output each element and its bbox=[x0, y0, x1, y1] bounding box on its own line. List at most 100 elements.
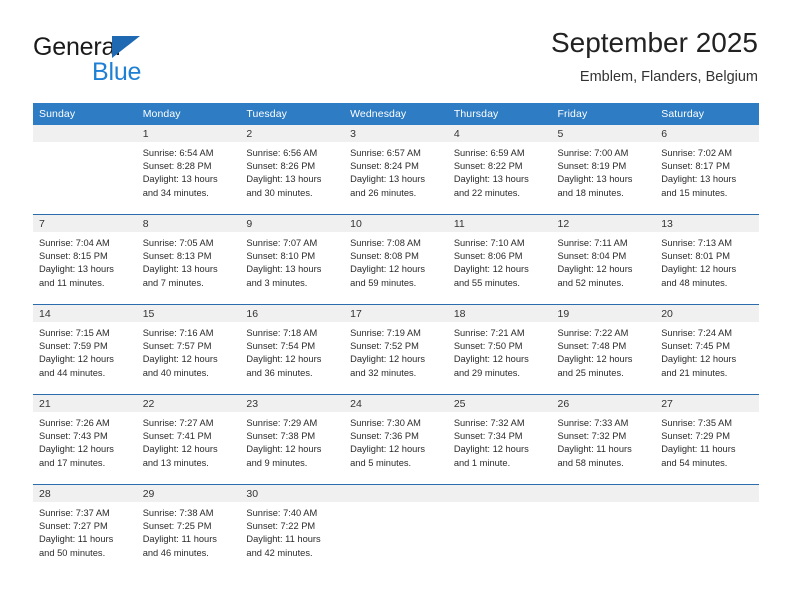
day-cell[interactable] bbox=[655, 502, 759, 574]
day-number[interactable]: 8 bbox=[137, 215, 241, 232]
day-cell[interactable]: Sunrise: 7:16 AM Sunset: 7:57 PM Dayligh… bbox=[137, 322, 241, 394]
daylight-text-line2: and 11 minutes. bbox=[39, 277, 105, 288]
day-number[interactable]: 10 bbox=[344, 215, 448, 232]
day-number[interactable]: 25 bbox=[448, 395, 552, 412]
day-cell[interactable]: Sunrise: 7:04 AM Sunset: 8:15 PM Dayligh… bbox=[33, 232, 137, 304]
day-cell[interactable]: Sunrise: 7:08 AM Sunset: 8:08 PM Dayligh… bbox=[344, 232, 448, 304]
day-cell[interactable]: Sunrise: 7:29 AM Sunset: 7:38 PM Dayligh… bbox=[240, 412, 344, 484]
sunrise-text: Sunrise: 7:18 AM bbox=[246, 328, 318, 338]
sunset-text: Sunset: 8:01 PM bbox=[661, 251, 730, 262]
day-number[interactable]: 16 bbox=[240, 305, 344, 322]
day-cell[interactable]: Sunrise: 7:07 AM Sunset: 8:10 PM Dayligh… bbox=[240, 232, 344, 304]
day-cell[interactable]: Sunrise: 7:22 AM Sunset: 7:48 PM Dayligh… bbox=[552, 322, 656, 394]
day-number[interactable] bbox=[448, 485, 552, 502]
day-detail-strip: Sunrise: 7:04 AM Sunset: 8:15 PM Dayligh… bbox=[33, 232, 759, 304]
day-number[interactable] bbox=[344, 485, 448, 502]
day-number[interactable]: 29 bbox=[137, 485, 241, 502]
day-cell[interactable]: Sunrise: 7:35 AM Sunset: 7:29 PM Dayligh… bbox=[655, 412, 759, 484]
day-cell[interactable]: Sunrise: 6:56 AM Sunset: 8:26 PM Dayligh… bbox=[240, 142, 344, 214]
sunrise-text: Sunrise: 7:02 AM bbox=[661, 148, 733, 158]
day-number[interactable]: 18 bbox=[448, 305, 552, 322]
day-cell[interactable]: Sunrise: 7:18 AM Sunset: 7:54 PM Dayligh… bbox=[240, 322, 344, 394]
day-number[interactable]: 24 bbox=[344, 395, 448, 412]
daylight-text-line2: and 42 minutes. bbox=[246, 547, 313, 558]
day-cell[interactable]: Sunrise: 7:27 AM Sunset: 7:41 PM Dayligh… bbox=[137, 412, 241, 484]
sunset-text: Sunset: 7:25 PM bbox=[142, 521, 212, 532]
day-number[interactable]: 23 bbox=[240, 395, 344, 412]
sunset-text: Sunset: 7:41 PM bbox=[142, 431, 212, 442]
day-number[interactable]: 6 bbox=[655, 125, 759, 142]
day-cell[interactable]: Sunrise: 7:37 AM Sunset: 7:27 PM Dayligh… bbox=[33, 502, 137, 574]
sunrise-text: Sunrise: 7:11 AM bbox=[557, 238, 628, 248]
day-number[interactable]: 17 bbox=[344, 305, 448, 322]
day-cell[interactable] bbox=[448, 502, 552, 574]
day-cell[interactable]: Sunrise: 7:38 AM Sunset: 7:25 PM Dayligh… bbox=[137, 502, 241, 574]
day-number[interactable]: 7 bbox=[33, 215, 137, 232]
sunset-text: Sunset: 7:27 PM bbox=[39, 521, 108, 532]
day-cell[interactable] bbox=[552, 502, 656, 574]
day-cell[interactable]: Sunrise: 7:30 AM Sunset: 7:36 PM Dayligh… bbox=[344, 412, 448, 484]
weekday-header-thursday: Thursday bbox=[453, 108, 499, 120]
day-cell[interactable]: Sunrise: 7:33 AM Sunset: 7:32 PM Dayligh… bbox=[552, 412, 656, 484]
sunrise-text: Sunrise: 7:21 AM bbox=[453, 328, 525, 338]
day-cell[interactable]: Sunrise: 7:19 AM Sunset: 7:52 PM Dayligh… bbox=[344, 322, 448, 394]
day-cell[interactable]: Sunrise: 7:02 AM Sunset: 8:17 PM Dayligh… bbox=[655, 142, 759, 214]
day-cell[interactable]: Sunrise: 6:57 AM Sunset: 8:24 PM Dayligh… bbox=[344, 142, 448, 214]
general-blue-logo[interactable]: General Blue bbox=[33, 33, 253, 86]
day-cell[interactable] bbox=[344, 502, 448, 574]
day-number[interactable]: 12 bbox=[552, 215, 656, 232]
day-number[interactable]: 21 bbox=[33, 395, 137, 412]
day-number[interactable] bbox=[552, 485, 656, 502]
sunset-text: Sunset: 7:48 PM bbox=[557, 341, 627, 352]
day-cell[interactable]: Sunrise: 7:24 AM Sunset: 7:45 PM Dayligh… bbox=[655, 322, 759, 394]
day-number[interactable]: 3 bbox=[344, 125, 448, 142]
day-number[interactable]: 5 bbox=[552, 125, 656, 142]
day-number[interactable]: 28 bbox=[33, 485, 137, 502]
week-row: 7 8 9 10 11 12 13 Sunrise: 7:04 AM Sunse… bbox=[33, 214, 759, 304]
daylight-text-line2: and 52 minutes. bbox=[557, 277, 624, 288]
daylight-text-line1: Daylight: 13 hours bbox=[39, 264, 114, 275]
day-number[interactable] bbox=[655, 485, 759, 502]
day-number[interactable]: 15 bbox=[137, 305, 241, 322]
daylight-text-line2: and 44 minutes. bbox=[39, 367, 106, 378]
daylight-text-line2: and 55 minutes. bbox=[453, 277, 520, 288]
day-cell[interactable]: Sunrise: 7:32 AM Sunset: 7:34 PM Dayligh… bbox=[448, 412, 552, 484]
day-number[interactable]: 20 bbox=[655, 305, 759, 322]
day-cell[interactable]: Sunrise: 7:11 AM Sunset: 8:04 PM Dayligh… bbox=[552, 232, 656, 304]
sunrise-text: Sunrise: 6:59 AM bbox=[453, 148, 525, 158]
day-number[interactable]: 13 bbox=[655, 215, 759, 232]
day-number[interactable]: 11 bbox=[448, 215, 552, 232]
day-cell[interactable]: Sunrise: 7:05 AM Sunset: 8:13 PM Dayligh… bbox=[137, 232, 241, 304]
logo-text-blue: Blue bbox=[92, 58, 142, 86]
day-cell[interactable]: Sunrise: 7:13 AM Sunset: 8:01 PM Dayligh… bbox=[655, 232, 759, 304]
day-cell[interactable]: Sunrise: 7:00 AM Sunset: 8:19 PM Dayligh… bbox=[552, 142, 656, 214]
day-number[interactable]: 26 bbox=[552, 395, 656, 412]
day-cell[interactable]: Sunrise: 6:54 AM Sunset: 8:28 PM Dayligh… bbox=[137, 142, 241, 214]
day-number[interactable]: 9 bbox=[240, 215, 344, 232]
day-cell[interactable]: Sunrise: 7:15 AM Sunset: 7:59 PM Dayligh… bbox=[33, 322, 137, 394]
day-number[interactable]: 1 bbox=[137, 125, 241, 142]
day-number[interactable] bbox=[33, 125, 137, 142]
sunset-text: Sunset: 8:10 PM bbox=[246, 251, 316, 262]
day-cell[interactable]: Sunrise: 7:40 AM Sunset: 7:22 PM Dayligh… bbox=[240, 502, 344, 574]
day-number[interactable]: 4 bbox=[448, 125, 552, 142]
day-cell[interactable]: Sunrise: 7:26 AM Sunset: 7:43 PM Dayligh… bbox=[33, 412, 137, 484]
day-number[interactable]: 14 bbox=[33, 305, 137, 322]
day-number[interactable]: 19 bbox=[552, 305, 656, 322]
sunset-text: Sunset: 7:59 PM bbox=[39, 341, 108, 352]
day-cell[interactable]: Sunrise: 7:10 AM Sunset: 8:06 PM Dayligh… bbox=[448, 232, 552, 304]
sunrise-text: Sunrise: 7:19 AM bbox=[350, 328, 421, 338]
day-number[interactable]: 2 bbox=[240, 125, 344, 142]
daylight-text-line1: Daylight: 12 hours bbox=[453, 264, 529, 275]
daylight-text-line2: and 9 minutes. bbox=[246, 457, 308, 468]
day-number[interactable]: 22 bbox=[137, 395, 241, 412]
sunset-text: Sunset: 7:38 PM bbox=[246, 431, 316, 442]
page-title: September 2025 bbox=[550, 27, 758, 58]
day-number[interactable]: 27 bbox=[655, 395, 759, 412]
day-cell[interactable]: Sunrise: 6:59 AM Sunset: 8:22 PM Dayligh… bbox=[448, 142, 552, 214]
day-cell[interactable]: Sunrise: 7:21 AM Sunset: 7:50 PM Dayligh… bbox=[448, 322, 552, 394]
daylight-text-line2: and 46 minutes. bbox=[142, 547, 209, 558]
day-number[interactable]: 30 bbox=[240, 485, 344, 502]
sunset-text: Sunset: 8:28 PM bbox=[142, 161, 212, 172]
day-cell[interactable] bbox=[33, 142, 137, 214]
